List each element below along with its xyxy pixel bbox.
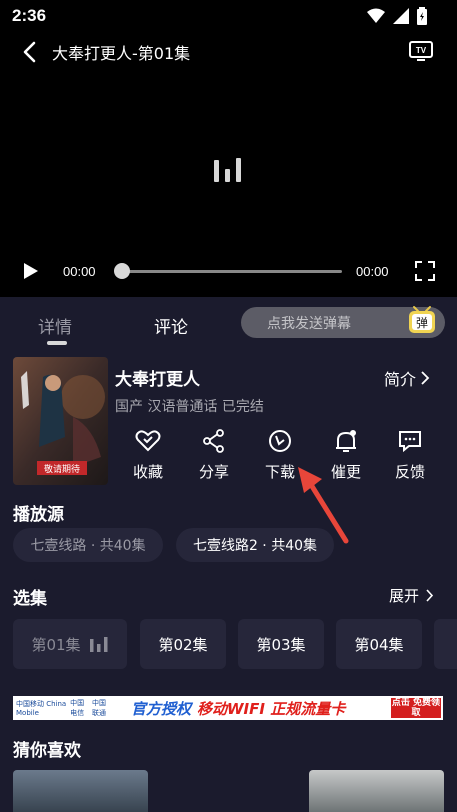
progress-bar[interactable] [120, 270, 342, 273]
recommendation-card[interactable] [309, 770, 444, 812]
china-telecom-logo: 中国电信 [70, 699, 85, 717]
chevron-right-icon [421, 371, 430, 385]
episode-chip-partial[interactable] [434, 619, 457, 669]
tab-comments[interactable]: 评论 [154, 313, 188, 338]
china-mobile-logo: 中国移动 China Mobile [16, 700, 67, 717]
source-chip[interactable]: 七壹线路 · 共40集 [13, 528, 163, 562]
china-unicom-logo: 中国联通 [92, 699, 107, 717]
feedback-icon [399, 431, 421, 453]
carrier-logos: 中国移动 China Mobile 中国电信 中国联通 [13, 696, 111, 720]
heart-icon [135, 430, 161, 452]
status-time: 2:36 [12, 6, 47, 25]
episode-chip[interactable]: 第02集 [140, 619, 226, 669]
tab-bar: 详情 评论 点我发送弹幕 弹 [0, 297, 457, 347]
share-button[interactable]: 分享 [189, 429, 239, 482]
intro-label: 简介 [384, 370, 417, 389]
intro-link[interactable]: 简介 [384, 366, 430, 390]
recommendation-card[interactable] [13, 770, 148, 812]
svg-text:弹: 弹 [416, 316, 428, 330]
sources-title: 播放源 [13, 505, 64, 525]
svg-text:TV: TV [416, 46, 427, 55]
action-row: 收藏 分享 下载 催更 反馈 [115, 429, 445, 485]
svg-text:敬请期待: 敬请期待 [44, 463, 80, 475]
source-chip[interactable]: 七壹线路2 · 共40集 [176, 528, 334, 562]
tv-cast-icon[interactable]: TV [409, 38, 433, 62]
chevron-right-icon [426, 589, 434, 602]
show-title: 大奉打更人 [115, 370, 200, 390]
loading-icon [214, 158, 241, 182]
ad-banner[interactable]: 中国移动 China Mobile 中国电信 中国联通 官方授权 移动WIFI … [13, 696, 443, 720]
video-title: 大奉打更人-第01集 [52, 44, 191, 63]
expand-label: 展开 [389, 587, 420, 605]
fullscreen-icon[interactable] [415, 261, 435, 281]
danmaku-placeholder: 点我发送弹幕 [267, 316, 351, 332]
feedback-button[interactable]: 反馈 [385, 429, 435, 482]
episode-chip[interactable]: 第04集 [336, 619, 422, 669]
download-icon [269, 430, 291, 452]
episode-chip[interactable]: 第01集 [13, 619, 127, 669]
show-meta: 国产 汉语普通话 已完结 [115, 399, 264, 415]
share-label: 分享 [198, 463, 229, 481]
status-bar: 2:36 [0, 0, 457, 32]
tab-details[interactable]: 详情 [38, 313, 72, 338]
episodes-title: 选集 [13, 589, 47, 609]
bell-icon [336, 430, 356, 452]
battery-icon [417, 7, 427, 25]
total-time: 00:00 [356, 264, 389, 279]
banner-cta-button[interactable]: 点击 免费领取 [391, 698, 441, 718]
expand-episodes-link[interactable]: 展开 [389, 585, 434, 606]
favorite-button[interactable]: 收藏 [123, 429, 173, 482]
banner-headline-1: 官方授权 [131, 699, 192, 718]
back-icon[interactable] [18, 40, 42, 64]
recommendations-title: 猜你喜欢 [13, 741, 81, 761]
tab-indicator [47, 341, 67, 345]
episode-label: 第01集 [31, 635, 81, 654]
banner-headline-2: 移动WIFI 正规流量卡 [197, 699, 346, 718]
feedback-label: 反馈 [394, 463, 425, 481]
wifi-icon [367, 8, 385, 23]
current-time: 00:00 [63, 264, 96, 279]
danmaku-icon[interactable]: 弹 [407, 305, 437, 335]
play-icon[interactable] [22, 262, 40, 280]
share-icon [203, 429, 224, 453]
status-icons [367, 7, 427, 25]
danmaku-input[interactable]: 点我发送弹幕 弹 [241, 305, 445, 338]
signal-icon [393, 8, 409, 24]
details-panel: 敬请期待 大奉打更人 简介 国产 汉语普通话 已完结 收藏 分享 下载 催更 反… [0, 347, 457, 812]
playing-icon [89, 637, 108, 652]
progress-knob[interactable] [114, 263, 130, 279]
show-poster[interactable]: 敬请期待 [13, 357, 108, 485]
episode-chip[interactable]: 第03集 [238, 619, 324, 669]
favorite-label: 收藏 [132, 463, 163, 481]
video-player[interactable]: 大奉打更人-第01集 TV 00:00 00:00 [0, 32, 457, 297]
